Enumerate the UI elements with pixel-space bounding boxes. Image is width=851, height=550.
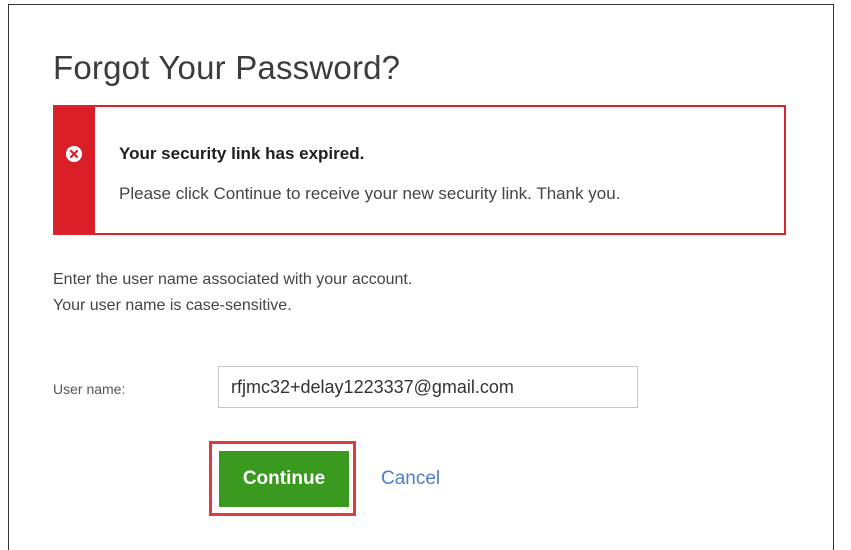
username-label: User name: xyxy=(53,381,126,397)
alert-message: Please click Continue to receive your ne… xyxy=(119,184,621,203)
instructions-line-1: Enter the user name associated with your… xyxy=(53,271,413,288)
instructions: Enter the user name associated with your… xyxy=(53,267,412,319)
page-title: Forgot Your Password? xyxy=(53,49,401,86)
error-circle-icon xyxy=(66,146,82,162)
username-input[interactable] xyxy=(218,366,638,408)
alert-color-bar xyxy=(55,107,95,233)
error-alert: Your security link has expired. Please c… xyxy=(53,105,786,235)
cancel-link[interactable]: Cancel xyxy=(381,468,440,490)
alert-heading: Your security link has expired. xyxy=(119,144,365,163)
continue-button[interactable]: Continue xyxy=(219,451,349,507)
instructions-line-2: Your user name is case-sensitive. xyxy=(53,297,292,314)
page-frame: Forgot Your Password? Your security link… xyxy=(8,4,834,550)
